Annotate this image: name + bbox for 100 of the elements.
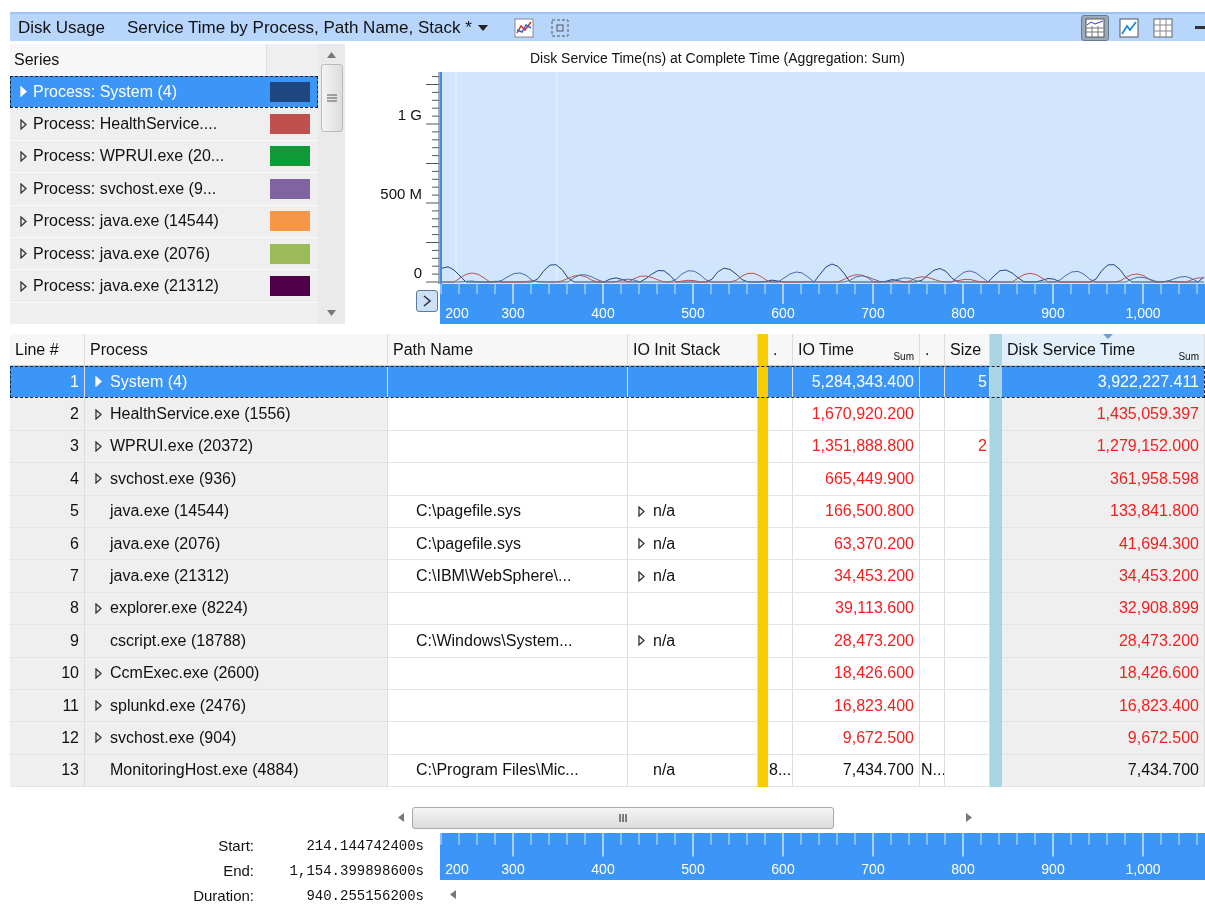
expand-triangle-icon[interactable] [95,667,102,679]
table-cell [920,430,945,464]
column-marker-bar[interactable] [990,398,1002,431]
caret-icon [477,24,488,31]
x-tick-label: 200 [445,305,469,321]
service-time-value: 133,841.800 [1110,502,1199,521]
table-row[interactable]: 2 HealthService.exe (1556) 1,670,920.200 1,435,059.397 [10,398,1205,431]
service-time-value: 34,453.200 [1118,567,1199,586]
column-marker-bar[interactable] [758,754,768,788]
column-header[interactable]: Line # [10,334,85,366]
table-row[interactable]: 12 svchost.exe (904) 9,672.500 9,672.500 [10,722,1205,755]
expand-triangle-icon[interactable] [20,183,27,195]
table-cell [920,592,945,626]
table-row[interactable]: 4 svchost.exe (936) 665,449.900 361,958.598 [10,463,1205,496]
column-marker-bar[interactable] [758,398,768,431]
aggregation-label: Sum [1178,351,1199,362]
table-row[interactable]: 6 java.exe (2076) C:\pagefile.sys n/a 63,370.200 41,694.300 [10,527,1205,561]
table-cell [920,398,945,431]
expand-triangle-icon[interactable] [95,473,102,485]
expand-triangle-icon[interactable] [95,700,102,712]
grip-icon [326,94,337,102]
expand-triangle-icon[interactable] [638,505,645,517]
expand-triangle-icon[interactable] [20,215,27,227]
table-cell [768,463,793,496]
table-row[interactable]: 7 java.exe (21312) C:\IBM\WebSphere\... n/a 34,453.200 34,453.200 [10,560,1205,593]
io-time-value: 5,284,343.400 [811,372,914,391]
column-marker-bar[interactable] [990,366,1002,399]
column-header[interactable]: . [920,334,945,366]
line-number-cell: 10 [10,657,85,690]
path-name: C:\Program Files\Mic... [416,761,579,780]
process-name: cscript.exe (18788) [110,631,247,650]
expand-triangle-icon[interactable] [95,732,102,744]
column-label: Size [950,340,982,359]
column-header[interactable]: Size [945,334,990,366]
service-time-value: 18,426.600 [1118,664,1199,683]
io-time-value: 1,351,888.800 [811,437,914,456]
scroll-left-icon[interactable] [398,813,404,822]
expand-triangle-icon[interactable] [638,635,645,647]
scroll-right-icon[interactable] [966,813,972,822]
table-row[interactable]: 10 CcmExec.exe (2600) 18,426.600 18,426.600 [10,657,1205,690]
io-time-value: 166,500.800 [825,502,914,521]
column-header[interactable]: Process [85,334,388,366]
expand-triangle-icon[interactable] [638,570,645,582]
column-marker-bar[interactable] [990,334,1002,366]
minimize-icon[interactable] [1195,25,1205,30]
x-tick-label: 800 [951,305,975,321]
horizontal-scroll-thumb[interactable]: III [412,806,834,829]
vertical-scrollbar[interactable] [318,44,345,324]
expand-triangle-icon[interactable] [20,248,27,260]
column-marker-bar[interactable] [758,334,768,366]
expand-triangle-icon[interactable] [95,408,102,420]
expand-triangle-icon[interactable] [20,280,27,292]
scroll-up-icon[interactable] [327,52,336,58]
io-time-value: 665,449.900 [825,469,914,488]
io-time-value: 34,453.200 [833,567,914,586]
column-marker-bar[interactable] [758,366,768,399]
table-cell [920,560,945,593]
column-header[interactable]: IO Time Sum [793,334,920,366]
process-name: explorer.exe (8224) [110,599,248,618]
series-label: Process: System (4) [33,82,178,101]
column-header[interactable]: . [768,334,793,366]
scroll-down-icon[interactable] [327,310,336,316]
x-tick-label: 900 [1041,305,1065,321]
line-graph-icon [1119,17,1139,38]
x-tick-label: 500 [681,305,705,321]
scroll-thumb[interactable] [320,64,343,132]
column-marker-bar[interactable] [990,754,1002,788]
table-row[interactable]: 13 MonitoringHost.exe (4884) C:\Program Files\Mic... n/a 8... 7,434.700 N... 7,434.700 [10,754,1205,788]
series-header: Series [10,44,267,76]
x-tick-label: 1,000 [1125,861,1161,877]
scroll-left-icon[interactable] [450,890,456,899]
expand-triangle-icon[interactable] [20,118,27,130]
table-cell [920,625,945,658]
process-name: MonitoringHost.exe (4884) [110,761,299,780]
expand-triangle-icon[interactable] [95,440,102,452]
line-number-cell: 11 [10,689,85,723]
expand-triangle-icon[interactable] [95,602,102,614]
table-cell [920,689,945,723]
expand-triangle-icon[interactable] [638,538,645,550]
table-row[interactable]: 3 WPRUI.exe (20372) 1,351,888.800 2 1,279,152.000 [10,430,1205,464]
service-time-value: 9,672.500 [1127,729,1199,747]
table-cell [768,560,793,593]
table-row[interactable]: 8 explorer.exe (8224) 39,113.600 32,908.899 [10,592,1205,626]
process-name: splunkd.exe (2476) [110,696,247,715]
io-time-value: 28,473.200 [833,631,914,650]
view-toggle-button[interactable] [1081,14,1109,41]
table-row[interactable]: 11 splunkd.exe (2476) 16,823.400 16,823.400 [10,689,1205,723]
line-number-cell: 12 [10,722,85,755]
service-time-value: 1,435,059.397 [1096,405,1199,424]
column-header[interactable]: IO Init Stack [628,334,758,366]
line-number-cell: 3 [10,430,85,464]
process-name: System (4) [110,372,188,391]
preset-dropdown[interactable]: Service Time by Process, Path Name, Stack * [126,17,488,38]
column-header[interactable]: Path Name [388,334,628,366]
expand-axis-button[interactable] [416,290,438,312]
column-header[interactable]: Disk Service Time Sum [1002,334,1205,366]
service-time-value: 3,922,227.411 [1097,372,1199,391]
table-row[interactable]: 9 cscript.exe (18788) C:\Windows\System... n/a 28,473.200 28,473.200 [10,625,1205,658]
table-row[interactable]: 5 java.exe (14544) C:\pagefile.sys n/a 166,500.800 133,841.800 [10,495,1205,528]
expand-triangle-icon[interactable] [20,150,27,162]
